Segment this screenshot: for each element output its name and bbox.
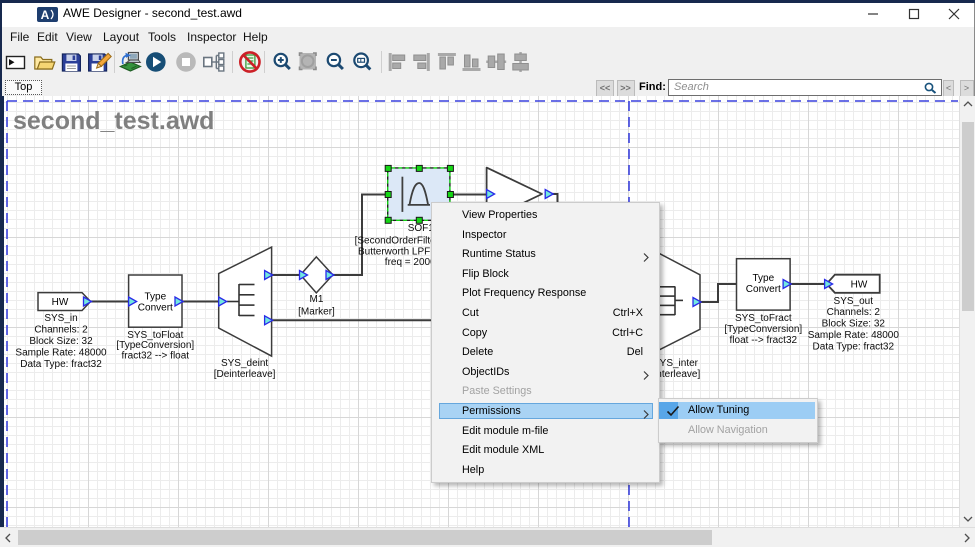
svg-text:Type: Type bbox=[752, 273, 774, 284]
svg-text:SYS_in: SYS_in bbox=[44, 313, 77, 324]
svg-text:Convert: Convert bbox=[746, 284, 781, 295]
svg-text:Sample Rate: 48000: Sample Rate: 48000 bbox=[15, 347, 107, 358]
svg-text:float --> fract32: float --> fract32 bbox=[730, 335, 798, 346]
svg-text:SYS_toFract: SYS_toFract bbox=[735, 313, 792, 324]
svg-text:M1: M1 bbox=[310, 294, 324, 305]
svg-text:Channels: 2: Channels: 2 bbox=[34, 325, 88, 336]
svg-text:[Marker]: [Marker] bbox=[298, 307, 335, 318]
svg-text:SYS_deint: SYS_deint bbox=[221, 358, 268, 369]
svg-text:Convert: Convert bbox=[138, 303, 173, 314]
svg-text:Sample Rate: 48000: Sample Rate: 48000 bbox=[808, 330, 900, 341]
svg-text:Data Type: fract32: Data Type: fract32 bbox=[813, 341, 895, 352]
svg-text:A: A bbox=[41, 8, 50, 22]
svg-text:fract32 --> float: fract32 --> float bbox=[122, 351, 190, 362]
svg-text:Block Size: 32: Block Size: 32 bbox=[29, 336, 93, 347]
svg-text:Type: Type bbox=[144, 292, 166, 303]
svg-text:HW: HW bbox=[52, 297, 69, 308]
svg-text:Data Type: fract32: Data Type: fract32 bbox=[20, 359, 102, 370]
svg-text:HW: HW bbox=[851, 280, 868, 291]
svg-text:SYS_out: SYS_out bbox=[834, 296, 874, 307]
svg-text:Block Size: 32: Block Size: 32 bbox=[822, 319, 886, 330]
svg-text:Butterworth LPF: Butterworth LPF bbox=[358, 247, 430, 258]
svg-text:[TypeConversion]: [TypeConversion] bbox=[724, 324, 802, 335]
svg-text:second_test.awd: second_test.awd bbox=[13, 107, 214, 135]
svg-text:[Deinterleave]: [Deinterleave] bbox=[214, 369, 276, 380]
svg-text:Channels: 2: Channels: 2 bbox=[827, 307, 881, 318]
svg-text:SYS_toFloat: SYS_toFloat bbox=[127, 330, 183, 341]
